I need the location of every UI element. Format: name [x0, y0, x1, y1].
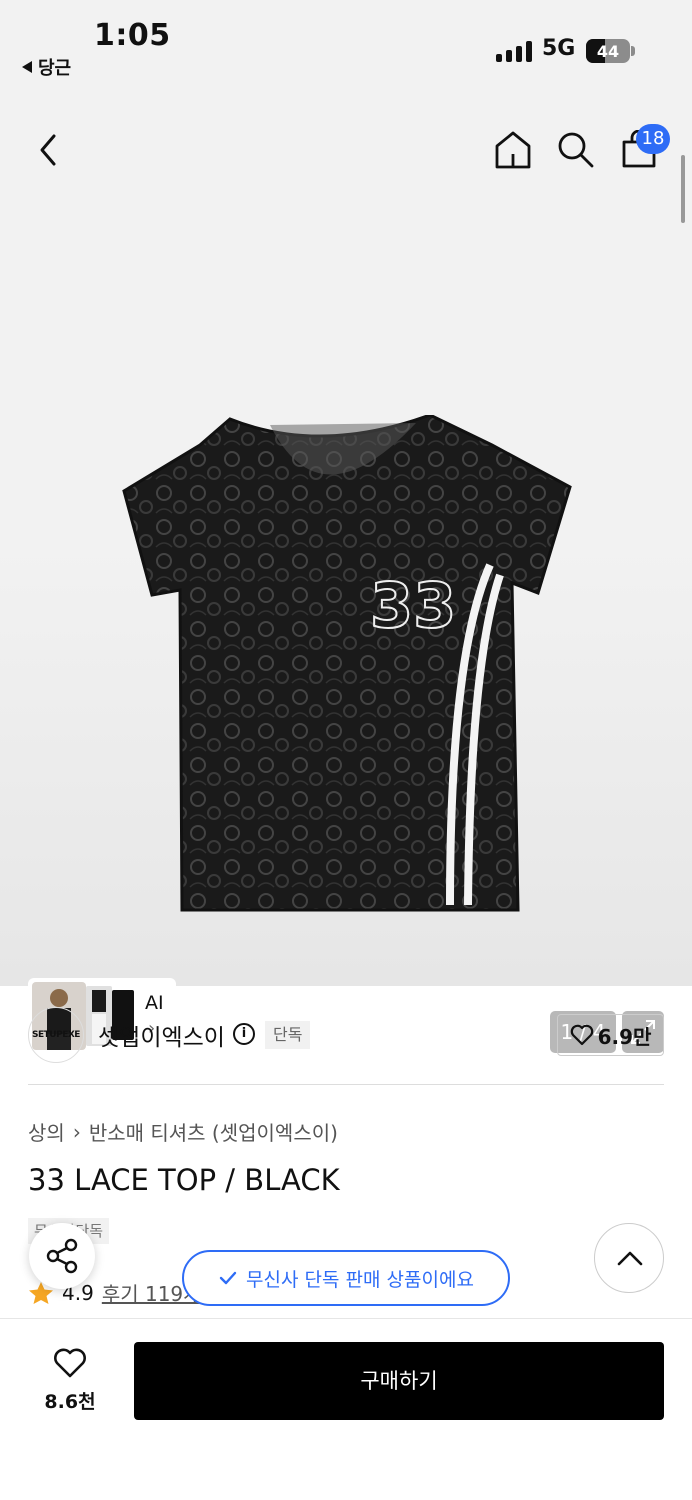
exclusive-toast: 무신사 단독 판매 상품이에요 [182, 1250, 510, 1306]
scroll-top-button[interactable] [594, 1223, 664, 1293]
breadcrumb-subcategory[interactable]: 반소매 티셔츠 (셋업이엑스이) [89, 1117, 338, 1146]
back-app-label: 당근 [38, 58, 72, 79]
wishlist-button[interactable]: 8.6천 [40, 1347, 100, 1414]
heart-icon [570, 1024, 593, 1046]
product-title: 33 LACE TOP / BLACK [28, 1163, 340, 1197]
search-icon[interactable] [556, 130, 596, 170]
svg-text:33: 33 [370, 569, 456, 642]
breadcrumb: 상의 › 반소매 티셔츠 (셋업이엑스이) [28, 1117, 338, 1146]
ai-label: AI [145, 992, 164, 1014]
check-icon [219, 1271, 237, 1285]
product-gallery[interactable]: 33 AI › 1 / 4 [0, 90, 692, 1053]
signal-icon [496, 40, 532, 62]
scrollbar[interactable] [681, 155, 685, 223]
bottom-action-bar: 8.6천 구매하기 [0, 1318, 692, 1500]
wishlist-count: 8.6천 [44, 1391, 96, 1413]
back-triangle-icon [22, 61, 32, 73]
share-icon [46, 1238, 78, 1274]
network-label: 5G [542, 36, 576, 61]
chevron-up-icon [617, 1251, 643, 1266]
brand-logo[interactable]: SETUPEXE [28, 1007, 84, 1063]
divider [28, 1084, 664, 1085]
clock: 1:05 [94, 18, 171, 53]
brand-logo-text: SETUPEXE [32, 1030, 80, 1040]
battery-tip [631, 46, 635, 56]
back-to-app[interactable]: 당근 [22, 54, 71, 80]
home-icon[interactable] [494, 130, 532, 170]
brand-name[interactable]: 셋업이엑스이 [98, 1018, 225, 1052]
buy-button[interactable]: 구매하기 [134, 1342, 664, 1420]
info-icon[interactable]: i [233, 1023, 255, 1045]
brand-like-button[interactable]: 6.9만 [557, 1014, 664, 1056]
battery-icon: 44 [586, 39, 630, 63]
share-button[interactable] [29, 1223, 95, 1289]
product-image: 33 [122, 415, 572, 912]
status-bar: 1:05 당근 5G 44 [0, 0, 692, 90]
exclusive-tag: 단독 [265, 1021, 311, 1049]
heart-icon [54, 1348, 86, 1378]
breadcrumb-category[interactable]: 상의 [28, 1117, 65, 1146]
toast-text: 무신사 단독 판매 상품이에요 [246, 1268, 474, 1291]
battery-percent: 44 [596, 41, 620, 61]
back-arrow-icon[interactable] [34, 132, 64, 168]
cart-count-badge: 18 [636, 124, 670, 154]
brand-like-count: 6.9만 [597, 1024, 652, 1049]
chevron-right-icon: › [72, 1119, 81, 1144]
